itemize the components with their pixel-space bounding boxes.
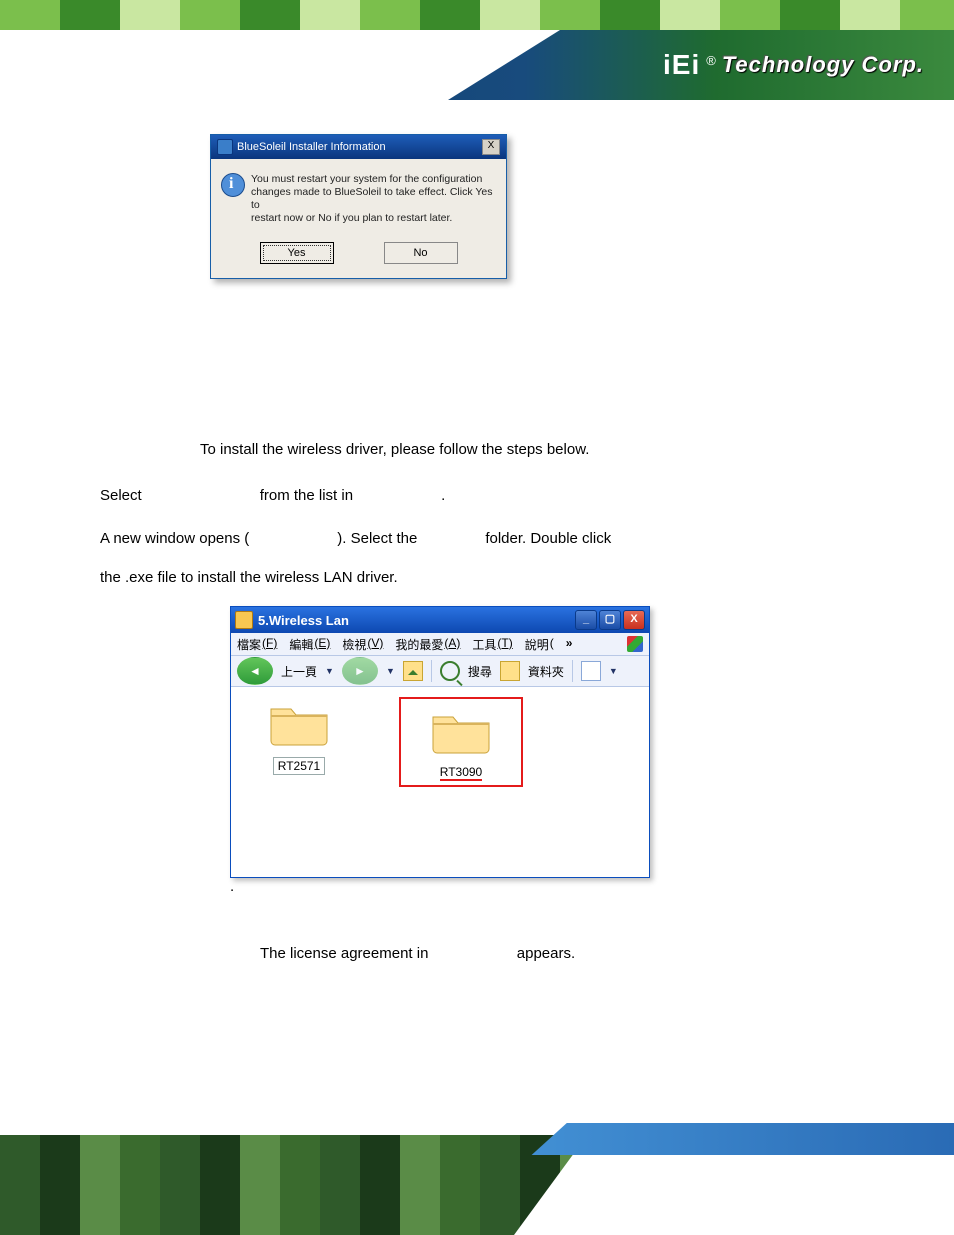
explorer-title-text: 5.Wireless Lan (258, 613, 349, 628)
step2-c: folder. Double click (485, 530, 611, 547)
explorer-window: 5.Wireless Lan _ ▢ X 檔案(F) 編輯(E) 檢視(V) 我… (230, 606, 650, 878)
up-folder-button[interactable] (403, 661, 423, 681)
installer-icon (217, 139, 233, 155)
window-minimize-button[interactable]: _ (575, 610, 597, 630)
dialog-close-button[interactable]: X (482, 139, 500, 155)
installer-dialog: BlueSoleil Installer Information X You m… (210, 134, 507, 279)
folder-icon (235, 611, 253, 629)
footer-decoration (0, 1115, 954, 1235)
no-button[interactable]: No (384, 242, 458, 264)
header-banner: iEi ® Technology Corp. (0, 30, 954, 100)
step-1: Select from the list in . (100, 487, 750, 504)
step2-a: A new window opens ( (100, 530, 249, 547)
decoration-top-strip (0, 0, 954, 30)
dialog-msg-line3: restart now or No if you plan to restart… (251, 212, 496, 225)
folder-label: RT2571 (273, 757, 325, 775)
forward-dropdown-icon[interactable]: ▼ (386, 666, 395, 676)
dialog-msg-line2: changes made to BlueSoleil to take effec… (251, 186, 496, 212)
intro-text: To install the wireless driver, please f… (200, 439, 914, 462)
views-dropdown-icon[interactable]: ▼ (609, 666, 618, 676)
menu-file[interactable]: 檔案(F) (237, 636, 277, 653)
window-maximize-button[interactable]: ▢ (599, 610, 621, 630)
brand-registered: ® (706, 53, 716, 68)
brand-name: Technology Corp. (722, 52, 924, 78)
back-label: 上一頁 (281, 663, 317, 680)
step2-b: ). Select the (337, 530, 417, 547)
dialog-body: You must restart your system for the con… (211, 159, 506, 232)
folder-label: RT3090 (440, 765, 482, 781)
back-dropdown-icon[interactable]: ▼ (325, 666, 334, 676)
dialog-title-text: BlueSoleil Installer Information (237, 141, 386, 153)
menu-tools[interactable]: 工具(T) (472, 636, 512, 653)
dialog-msg-line1: You must restart your system for the con… (251, 173, 496, 186)
menu-edit[interactable]: 編輯(E) (289, 636, 330, 653)
explorer-toolbar: ◄ 上一頁 ▼ ► ▼ 搜尋 資料夾 ▼ (231, 656, 649, 687)
folder-icon (267, 697, 331, 747)
step2-d: the .exe file to install the wireless LA… (100, 569, 914, 586)
step1-from: from the list in (260, 487, 353, 504)
window-close-button[interactable]: X (623, 610, 645, 630)
folders-label: 資料夾 (528, 663, 564, 680)
menu-view[interactable]: 檢視(V) (342, 636, 383, 653)
back-button[interactable]: ◄ (237, 657, 273, 685)
menu-favorites[interactable]: 我的最愛(A) (395, 636, 460, 653)
folders-button[interactable] (500, 661, 520, 681)
folder-item-rt2571[interactable]: RT2571 (249, 697, 349, 775)
folder-icon (429, 705, 493, 755)
forward-button[interactable]: ► (342, 657, 378, 685)
explorer-titlebar: 5.Wireless Lan _ ▢ X (231, 607, 649, 633)
windows-flag-icon (627, 636, 643, 652)
explorer-body: RT2571 RT3090 (231, 687, 649, 877)
menu-overflow[interactable]: » (566, 636, 573, 653)
figure-dot: . (230, 878, 914, 895)
step-2: A new window opens ( ). Select the folde… (100, 530, 750, 547)
search-label: 搜尋 (468, 663, 492, 680)
explorer-menubar: 檔案(F) 編輯(E) 檢視(V) 我的最愛(A) 工具(T) 說明( » (231, 633, 649, 656)
step1-select: Select (100, 487, 142, 504)
search-icon[interactable] (440, 661, 460, 681)
step1-dot: . (441, 487, 445, 504)
step3-a: The license agreement in (260, 945, 428, 962)
menu-help[interactable]: 說明( (525, 636, 554, 653)
yes-button[interactable]: Yes (260, 242, 334, 264)
step-3: The license agreement in appears. (260, 945, 914, 962)
dialog-titlebar: BlueSoleil Installer Information X (211, 135, 506, 159)
brand-logo: iEi (663, 49, 700, 81)
step3-b: appears. (517, 945, 575, 962)
views-button[interactable] (581, 661, 601, 681)
folder-item-rt3090[interactable]: RT3090 (399, 697, 523, 787)
